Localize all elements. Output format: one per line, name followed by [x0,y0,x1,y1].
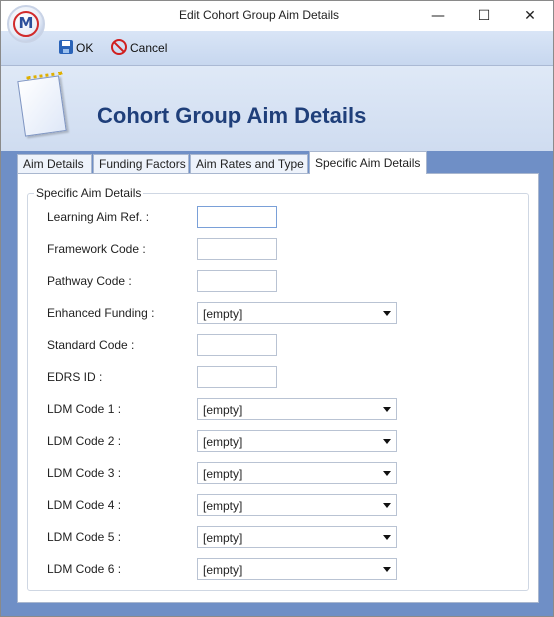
tab-funding-factors[interactable]: Funding Factors [93,154,189,173]
learning-aim-ref-input[interactable] [197,206,277,228]
ldm-code-1-select[interactable]: [empty] [197,398,397,420]
cancel-button[interactable]: Cancel [111,39,167,57]
selected-value: [empty] [203,531,243,545]
enhanced-funding-select[interactable]: [empty] [197,302,397,324]
pathway-code-input[interactable] [197,270,277,292]
selected-value: [empty] [203,435,243,449]
ldm-code-3-select[interactable]: [empty] [197,462,397,484]
field-label: LDM Code 4 : [47,498,122,512]
app-logo-icon[interactable]: M [7,5,45,43]
ldm-code-5-select[interactable]: [empty] [197,526,397,548]
ok-label: OK [76,41,94,55]
specific-aim-details-group: Learning Aim Ref. : Framework Code : Pat… [27,193,529,591]
selected-value: [empty] [203,563,243,577]
field-label: Enhanced Funding : [47,306,155,320]
cancel-icon [111,39,127,55]
field-label: LDM Code 2 : [47,434,122,448]
field-label: LDM Code 5 : [47,530,122,544]
title-bar: Edit Cohort Group Aim Details — ☐ ✕ [1,1,553,31]
field-label: Pathway Code : [47,274,132,288]
dialog-window: Edit Cohort Group Aim Details — ☐ ✕ M OK… [0,0,554,617]
ldm-code-4-select[interactable]: [empty] [197,494,397,516]
minimize-button[interactable]: — [415,1,461,31]
framework-code-input[interactable] [197,238,277,260]
selected-value: [empty] [203,499,243,513]
standard-code-input[interactable] [197,334,277,356]
selected-value: [empty] [203,307,243,321]
dropdown-arrow-icon[interactable] [383,439,391,444]
field-label: LDM Code 6 : [47,562,122,576]
tab-aim-details[interactable]: Aim Details [17,154,92,173]
dropdown-arrow-icon[interactable] [383,471,391,476]
logo-letter: M [18,14,34,32]
dropdown-arrow-icon[interactable] [383,535,391,540]
field-label: Framework Code : [47,242,146,256]
ldm-code-2-select[interactable]: [empty] [197,430,397,452]
field-label: EDRS ID : [47,370,103,384]
header-banner: Cohort Group Aim Details [1,66,553,151]
save-icon [59,40,73,54]
edrs-id-input[interactable] [197,366,277,388]
notepad-icon [17,71,67,137]
dropdown-arrow-icon[interactable] [383,503,391,508]
selected-value: [empty] [203,467,243,481]
tab-content-panel: Learning Aim Ref. : Framework Code : Pat… [17,173,539,603]
close-button[interactable]: ✕ [507,1,553,31]
ldm-code-6-select[interactable]: [empty] [197,558,397,580]
field-label: Standard Code : [47,338,135,352]
field-label: Learning Aim Ref. : [47,210,150,224]
dropdown-arrow-icon[interactable] [383,311,391,316]
toolbar: OK Cancel [1,31,553,66]
tab-aim-rates-and-type[interactable]: Aim Rates and Type [190,154,308,173]
selected-value: [empty] [203,403,243,417]
cancel-label: Cancel [130,41,168,55]
tab-specific-aim-details[interactable]: Specific Aim Details [309,151,427,174]
ok-button[interactable]: OK [59,39,93,57]
group-title: Specific Aim Details [34,186,144,200]
dropdown-arrow-icon[interactable] [383,407,391,412]
dropdown-arrow-icon[interactable] [383,567,391,572]
field-label: LDM Code 1 : [47,402,122,416]
page-title: Cohort Group Aim Details [97,103,367,128]
field-label: LDM Code 3 : [47,466,122,480]
maximize-button[interactable]: ☐ [461,1,507,31]
